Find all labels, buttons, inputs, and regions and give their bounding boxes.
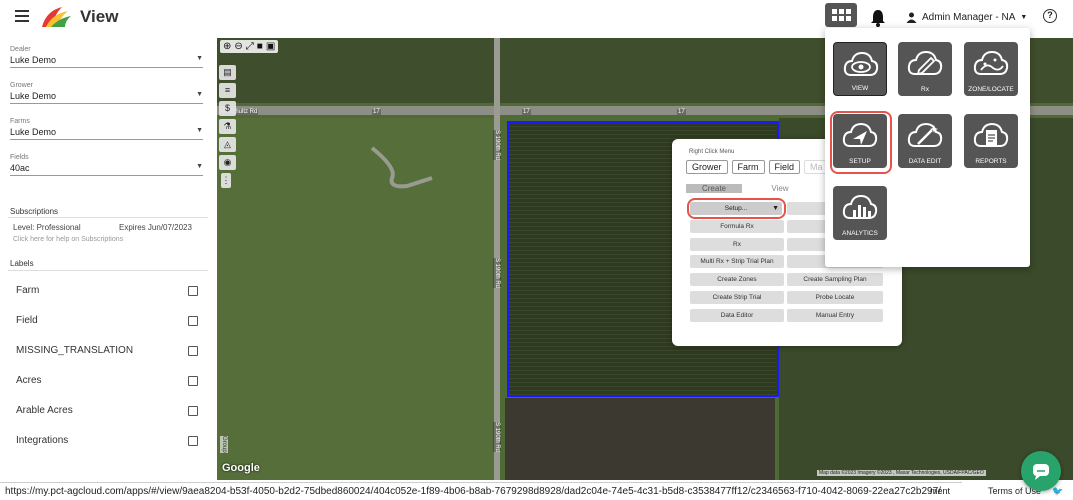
- right-click-tabs: Grower Farm Field Ma: [686, 160, 829, 174]
- chat-icon: [1033, 464, 1049, 480]
- create-zones-button[interactable]: Create Zones: [690, 273, 784, 286]
- labels-title: Labels: [10, 259, 34, 268]
- cloud-wand-icon: [907, 122, 943, 147]
- subscription-level: Level: Professional: [13, 223, 81, 232]
- map-attribution: Map data ©2023 Imagery ©2023 , Maxar Tec…: [817, 470, 986, 476]
- acres-checkbox[interactable]: [188, 375, 198, 386]
- zoom-in-icon[interactable]: ⊕: [223, 41, 231, 52]
- right-click-menu-title: Right Click Menu: [689, 149, 735, 155]
- create-sampling-plan-button[interactable]: Create Sampling Plan: [787, 273, 883, 286]
- missing-translation-checkbox[interactable]: [188, 345, 198, 356]
- chevron-down-icon: ▼: [196, 163, 203, 170]
- dollar-icon[interactable]: $: [219, 101, 236, 116]
- fullscreen-icon[interactable]: ⤢: [246, 41, 254, 52]
- label-arable-acres[interactable]: Arable Acres: [16, 405, 198, 416]
- rx-button[interactable]: Rx: [690, 238, 784, 251]
- help-icon[interactable]: ?: [1043, 9, 1057, 23]
- menu-icon[interactable]: [15, 10, 29, 22]
- subtab-create[interactable]: Create: [686, 184, 742, 193]
- tab-field[interactable]: Field: [768, 160, 801, 174]
- group-label[interactable]: Group: [220, 436, 228, 453]
- app-tile-view[interactable]: VIEW: [833, 42, 887, 96]
- tab-farm[interactable]: Farm: [731, 160, 765, 174]
- tractor-icon[interactable]: ◉: [219, 155, 236, 170]
- app-title: View: [80, 7, 119, 26]
- panel-toggle-icon[interactable]: ⋮: [221, 173, 231, 188]
- subscription-help-link[interactable]: Click here for help on Subscriptions: [13, 236, 123, 243]
- person-icon: [906, 12, 917, 23]
- drop-icon[interactable]: ◬: [219, 137, 236, 152]
- zoom-out-icon[interactable]: ⊖: [234, 41, 242, 52]
- road-label: 17: [372, 109, 381, 115]
- create-strip-trial-button[interactable]: Create Strip Trial: [690, 291, 784, 304]
- chevron-down-icon: ▼: [196, 55, 203, 62]
- app-tile-rx[interactable]: Rx: [898, 42, 952, 96]
- layer-stack-icon[interactable]: ≡: [219, 83, 236, 98]
- road-label: 17: [677, 109, 686, 115]
- chevron-down-icon: ▼: [196, 127, 203, 134]
- tab-grower[interactable]: Grower: [686, 160, 728, 174]
- integrations-checkbox[interactable]: [188, 435, 198, 446]
- divider: [8, 217, 208, 218]
- google-logo: Google: [222, 462, 260, 474]
- arable-acres-checkbox[interactable]: [188, 405, 198, 416]
- subtab-view[interactable]: View: [752, 184, 808, 193]
- road-label: S 190th Rd: [493, 258, 501, 289]
- label-missing-translation[interactable]: MISSING_TRANSLATION: [16, 345, 198, 356]
- folder-icon[interactable]: ■: [257, 41, 263, 52]
- label-acres[interactable]: Acres: [16, 375, 198, 386]
- label-farm[interactable]: Farm: [16, 285, 198, 296]
- map-toolbar: ⊕ ⊖ ⤢ ■ ▣: [220, 40, 279, 53]
- cloud-chart-icon: [842, 194, 878, 219]
- road-label: S 190th Rd: [493, 422, 501, 453]
- probe-locate-button[interactable]: Probe Locate: [787, 291, 883, 304]
- screenshot-icon[interactable]: ▣: [266, 41, 275, 52]
- app-tile-zone-locate[interactable]: ZONE/LOCATE: [964, 42, 1018, 96]
- apps-grid-icon[interactable]: [825, 3, 857, 27]
- dealer-select[interactable]: Dealer Luke Demo ▼: [10, 46, 203, 68]
- chevron-down-icon: ▼: [1020, 14, 1028, 21]
- app-tile-analytics[interactable]: ANALYTICS: [833, 186, 887, 240]
- flask-icon[interactable]: ⚗: [219, 119, 236, 134]
- bell-icon[interactable]: [869, 8, 887, 28]
- cloud-pencil-icon: [907, 50, 943, 76]
- data-editor-button[interactable]: Data Editor: [690, 309, 784, 322]
- app-logo: [42, 7, 71, 27]
- subscription-expires: Expires Jun/07/2023: [119, 223, 192, 232]
- map-side-tools: ▤ ≡ $ ⚗ ◬ ◉ ⋮: [219, 65, 237, 188]
- cloud-eye-icon: [843, 51, 879, 76]
- field-checkbox[interactable]: [188, 315, 198, 326]
- formula-rx-button[interactable]: Formula Rx: [690, 220, 784, 233]
- setup-tile-highlight: [830, 111, 892, 174]
- app-tile-data-edit[interactable]: DATA EDIT: [898, 114, 952, 168]
- app-tile-reports[interactable]: REPORTS: [964, 114, 1018, 168]
- setup-highlight: [687, 198, 786, 219]
- chat-button[interactable]: [1021, 451, 1061, 491]
- status-url: https://my.pct-agcloud.com/apps/#/view/9…: [0, 482, 962, 500]
- farms-select[interactable]: Farms Luke Demo ▼: [10, 118, 203, 140]
- subscriptions-title: Subscriptions: [10, 207, 59, 216]
- user-name: Admin Manager - NA: [922, 12, 1016, 23]
- map-layers-icon[interactable]: ▤: [219, 65, 236, 80]
- user-menu[interactable]: Admin Manager - NA ▼: [906, 12, 1027, 23]
- footer-partial-text: ment: [930, 486, 951, 496]
- divider: [8, 270, 208, 271]
- farm-checkbox[interactable]: [188, 285, 198, 296]
- sidebar: Dealer Luke Demo ▼ Grower Luke Demo ▼ Farm…: [0, 36, 215, 480]
- chevron-down-icon: ▼: [196, 91, 203, 98]
- multi-rx-button[interactable]: Multi Rx + Strip Trial Plan: [690, 255, 784, 268]
- fields-select[interactable]: Fields 40ac ▼: [10, 154, 203, 176]
- road-label: 17: [522, 109, 531, 115]
- label-integrations[interactable]: Integrations: [16, 435, 198, 446]
- road-label: S 190th Rd: [493, 130, 501, 161]
- label-field[interactable]: Field: [16, 315, 198, 326]
- manual-entry-button[interactable]: Manual Entry: [787, 309, 883, 322]
- grower-select[interactable]: Grower Luke Demo ▼: [10, 82, 203, 104]
- cloud-document-icon: [973, 122, 1009, 147]
- cloud-zone-icon: [973, 50, 1009, 75]
